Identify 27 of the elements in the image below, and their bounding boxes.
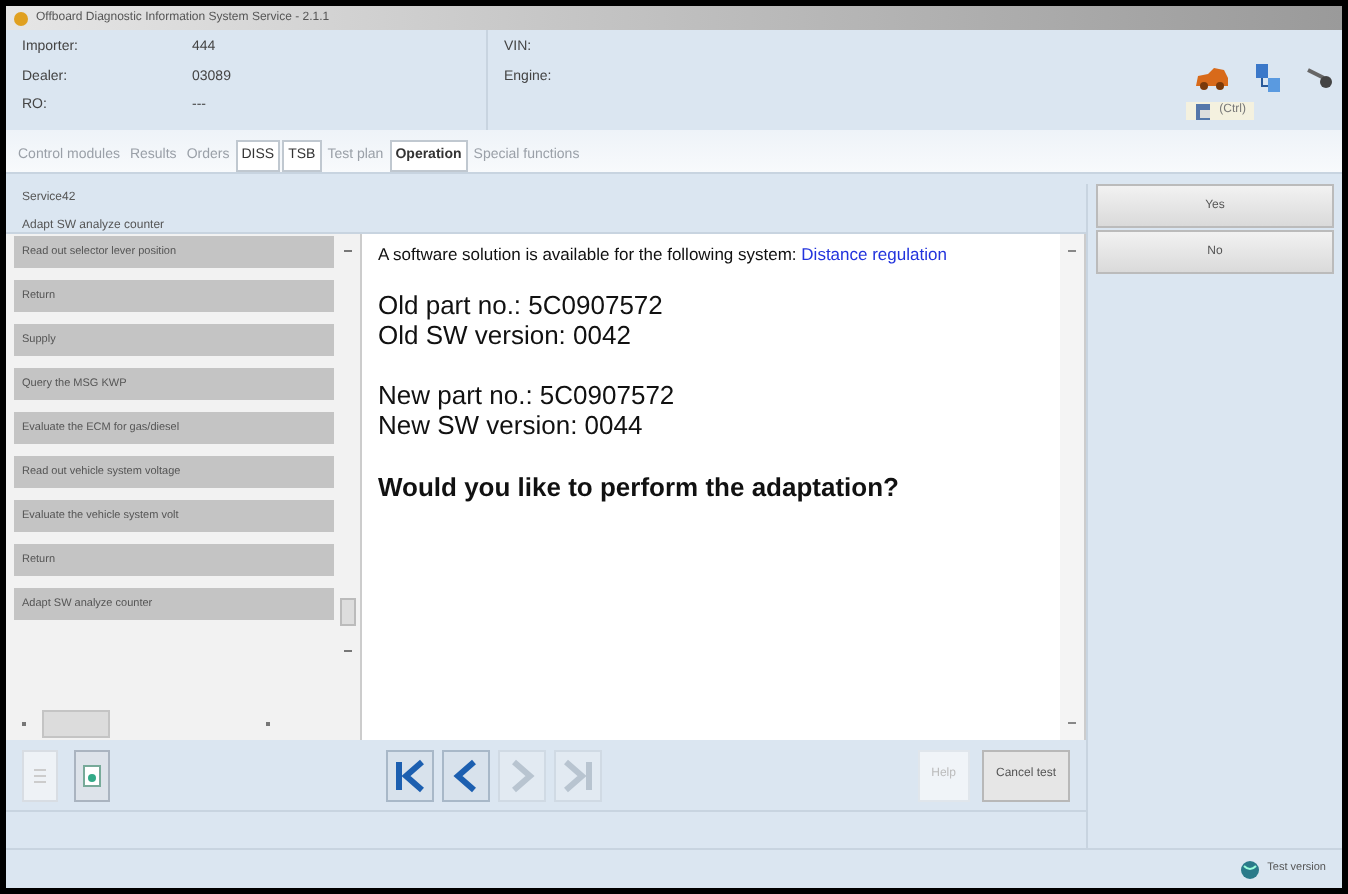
vertical-scrollbar[interactable] <box>1060 234 1084 740</box>
scroll-thumb[interactable] <box>339 597 355 625</box>
new-sw-text: New SW version: 0044 <box>378 410 645 440</box>
last-page-icon <box>558 755 598 795</box>
document-icon <box>82 763 102 787</box>
nav-button[interactable] <box>386 749 434 801</box>
network-icon <box>1254 62 1282 94</box>
scroll-up-icon <box>1068 250 1076 252</box>
new-part-text: New part no.: 5C0907572 <box>378 380 677 410</box>
globe-icon <box>1239 859 1260 879</box>
scroll-thumb[interactable] <box>42 710 110 738</box>
car-icon <box>1194 66 1230 90</box>
list-icon <box>32 763 48 787</box>
scroll-up-icon <box>343 250 351 252</box>
scroll-down-icon <box>1068 722 1076 724</box>
list-button[interactable] <box>22 749 58 801</box>
old-sw-text: Old SW version: 0042 <box>378 320 633 350</box>
clipboard-icon <box>1193 102 1212 120</box>
question-text: Would you like to perform the adaptation? <box>378 470 901 506</box>
first-page-icon <box>390 755 430 795</box>
old-part-text: Old part no.: 5C0907572 <box>378 290 665 320</box>
scroll-down-icon <box>343 650 351 652</box>
message-text: A software solution is available for the following system: Distance regulation <box>378 244 949 264</box>
nav-button[interactable] <box>442 749 490 801</box>
app-icon <box>14 11 28 25</box>
document-button[interactable] <box>74 749 110 801</box>
system-link[interactable]: Distance regulation <box>801 244 947 264</box>
